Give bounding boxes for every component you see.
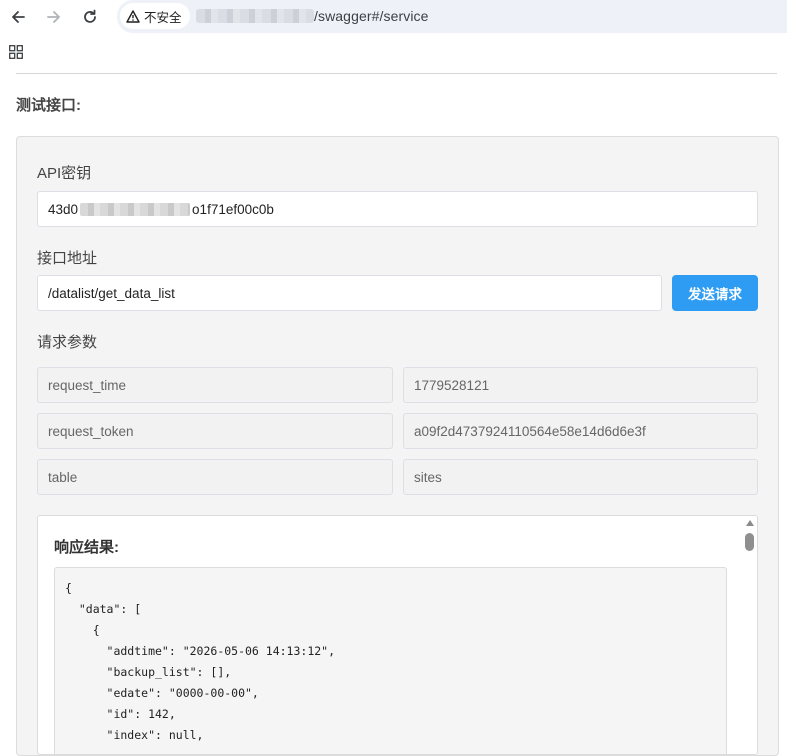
divider: [16, 73, 777, 74]
api-key-prefix: 43d0: [48, 201, 79, 217]
redacted-key: [80, 202, 191, 216]
apps-grid-icon[interactable]: [9, 45, 23, 59]
param-value-input[interactable]: a09f2d4737924110564e58e14d6d6e3f: [403, 413, 758, 449]
endpoint-input[interactable]: /datalist/get_data_list: [37, 275, 662, 311]
forward-arrow-icon[interactable]: [42, 5, 66, 29]
redacted-host: [196, 9, 314, 23]
scroll-up-arrow-icon[interactable]: [746, 520, 754, 526]
response-title: 响应结果:: [54, 539, 119, 556]
api-key-label: API密钥: [37, 165, 92, 182]
response-code-block[interactable]: { "data": [ { "addtime": "2026-05-06 14:…: [54, 567, 727, 754]
param-key-input[interactable]: table: [37, 459, 393, 495]
response-panel: 响应结果: { "data": [ { "addtime": "2026-05-…: [37, 515, 758, 755]
api-key-input[interactable]: 43d0 o1f71ef00c0b: [37, 191, 758, 227]
scrollbar-thumb[interactable]: [745, 533, 754, 551]
param-value-input[interactable]: sites: [403, 459, 758, 495]
security-label: 不安全: [144, 10, 182, 25]
endpoint-label: 接口地址: [37, 250, 98, 267]
browser-toolbar: 不安全 /swagger#/service: [0, 0, 787, 33]
section-title: 测试接口:: [16, 97, 81, 114]
param-value-input[interactable]: 1779528121: [403, 367, 758, 403]
send-request-button[interactable]: 发送请求: [672, 275, 758, 311]
response-scrollbar[interactable]: [743, 516, 757, 754]
reload-icon[interactable]: [78, 5, 102, 29]
param-key-input[interactable]: request_token: [37, 413, 393, 449]
param-key-input[interactable]: request_time: [37, 367, 393, 403]
params-label: 请求参数: [37, 334, 98, 351]
bookmarks-bar: [0, 33, 787, 73]
back-arrow-icon[interactable]: [6, 5, 30, 29]
url-path: /swagger#/service: [314, 8, 429, 24]
api-key-suffix: o1f71ef00c0b: [192, 201, 274, 217]
warning-triangle-icon: [126, 9, 140, 23]
security-indicator[interactable]: 不安全: [120, 3, 190, 29]
